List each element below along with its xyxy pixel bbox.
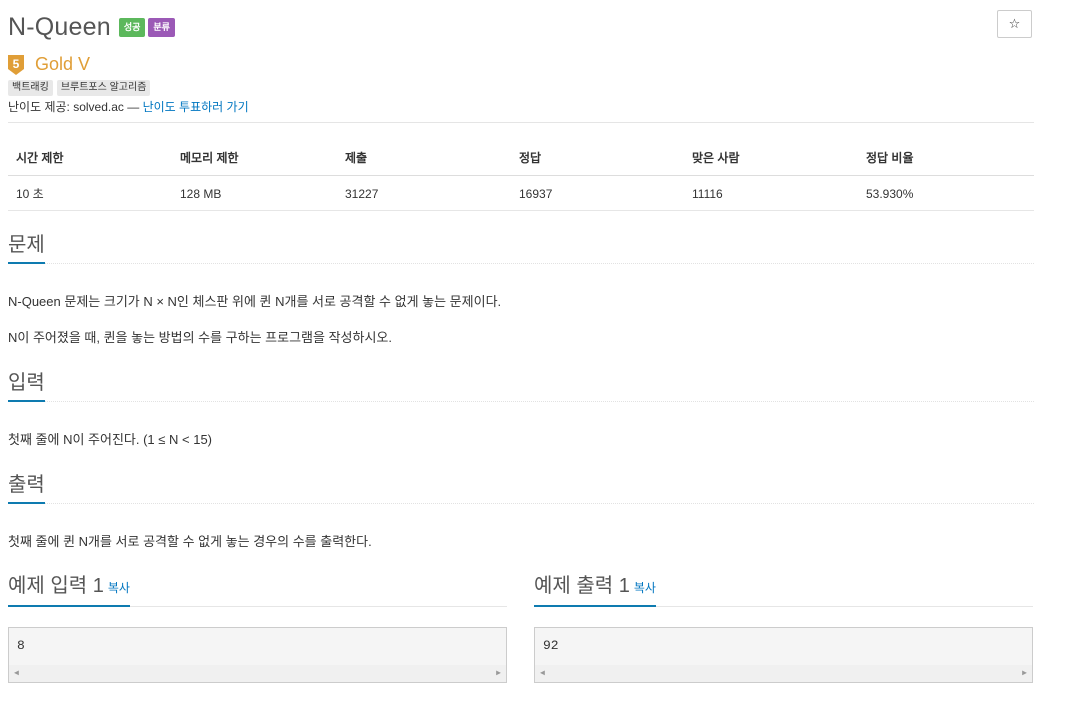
- tag-bruteforce[interactable]: 브루트포스 알고리즘: [56, 80, 151, 96]
- sample-input-scrollbar[interactable]: ◀ ▶: [9, 665, 506, 682]
- problem-title: N-Queen: [8, 12, 111, 41]
- info-value-row: 10 초 128 MB 31227 16937 11116 53.930%: [8, 175, 1034, 211]
- category-badge[interactable]: 분류: [148, 17, 175, 37]
- output-description: 첫째 줄에 퀸 N개를 서로 공격할 수 없게 놓는 경우의 수를 출력한다.: [8, 534, 372, 549]
- vote-difficulty-link[interactable]: 난이도 투표하러 가기: [143, 100, 249, 114]
- sample-output-box[interactable]: 92 ◀ ▶: [534, 627, 1033, 683]
- sample-input-head: 예제 입력 1 복사: [8, 574, 507, 607]
- memory-limit-value: 128 MB: [172, 175, 337, 211]
- provider-text: 난이도 제공: solved.ac —: [8, 100, 143, 114]
- tier-name: Gold V: [35, 54, 91, 74]
- sample-input-block: 예제 입력 1 복사 8 ◀ ▶: [8, 574, 507, 683]
- solvers-value[interactable]: 11116: [684, 175, 858, 211]
- sample-input-value: 8: [17, 638, 25, 653]
- submissions-value[interactable]: 31227: [337, 175, 511, 211]
- star-icon: ☆: [1008, 16, 1021, 31]
- sample-output-scrollbar[interactable]: ◀ ▶: [535, 665, 1032, 682]
- divider: [8, 122, 1034, 123]
- ratio-header: 정답 비율: [858, 140, 1034, 176]
- problem-section-head: 문제: [8, 231, 1034, 264]
- tier-row: 5 Gold V: [8, 54, 90, 75]
- sample-output-head: 예제 출력 1 복사: [534, 574, 1033, 607]
- scroll-right-icon[interactable]: ▶: [1022, 668, 1027, 678]
- title-row: N-Queen 성공 분류: [8, 10, 175, 44]
- sample-input-title-text: 예제 입력 1: [8, 575, 104, 597]
- memory-limit-header: 메모리 제한: [172, 140, 337, 176]
- success-badge[interactable]: 성공: [118, 17, 146, 37]
- input-description: 첫째 줄에 N이 주어진다. (1 ≤ N < 15): [8, 432, 212, 447]
- solvers-header: 맞은 사람: [684, 140, 858, 176]
- scroll-left-icon[interactable]: ◀: [14, 668, 19, 678]
- output-section-head: 출력: [8, 471, 1034, 504]
- difficulty-provider: 난이도 제공: solved.ac — 난이도 투표하러 가기: [8, 98, 249, 115]
- accepted-value[interactable]: 16937: [511, 175, 684, 211]
- sample-output-title-text: 예제 출력 1: [534, 575, 630, 597]
- sample-output-block: 예제 출력 1 복사 92 ◀ ▶: [534, 574, 1033, 683]
- accepted-header: 정답: [511, 140, 684, 176]
- time-limit-value: 10 초: [8, 175, 172, 211]
- input-section-head: 입력: [8, 369, 1034, 402]
- time-limit-header: 시간 제한: [8, 140, 172, 176]
- problem-section-title: 문제: [8, 232, 45, 264]
- sample-input-title: 예제 입력 1 복사: [8, 573, 130, 607]
- output-section: 출력: [8, 471, 1034, 504]
- problem-section: 문제: [8, 231, 1034, 264]
- input-section: 입력: [8, 369, 1034, 402]
- submissions-header: 제출: [337, 140, 511, 176]
- algorithm-tags: 백트래킹 브루트포스 알고리즘: [8, 80, 154, 96]
- sample-output-title: 예제 출력 1 복사: [534, 573, 656, 607]
- output-section-title: 출력: [8, 472, 45, 504]
- sample-output-value: 92: [543, 638, 559, 653]
- input-section-title: 입력: [8, 370, 45, 402]
- sample-input-box[interactable]: 8 ◀ ▶: [8, 627, 507, 683]
- favorite-star-button[interactable]: ☆: [997, 10, 1032, 38]
- info-header-row: 시간 제한 메모리 제한 제출 정답 맞은 사람 정답 비율: [8, 140, 1034, 176]
- problem-description-line-2: N이 주어졌을 때, 퀸을 놓는 방법의 수를 구하는 프로그램을 작성하시오.: [8, 330, 392, 345]
- problem-description-line-1: N-Queen 문제는 크기가 N × N인 체스판 위에 퀸 N개를 서로 공…: [8, 294, 502, 309]
- gold-tier-icon: 5: [8, 54, 24, 75]
- tag-backtracking[interactable]: 백트래킹: [8, 80, 53, 96]
- scroll-right-icon[interactable]: ▶: [496, 668, 501, 678]
- copy-output-button[interactable]: 복사: [634, 581, 656, 595]
- tier-number: 5: [13, 57, 20, 71]
- ratio-value: 53.930%: [858, 175, 1034, 211]
- problem-info-table: 시간 제한 메모리 제한 제출 정답 맞은 사람 정답 비율 10 초 128 …: [8, 140, 1034, 211]
- scroll-left-icon[interactable]: ◀: [540, 668, 545, 678]
- copy-input-button[interactable]: 복사: [108, 581, 130, 595]
